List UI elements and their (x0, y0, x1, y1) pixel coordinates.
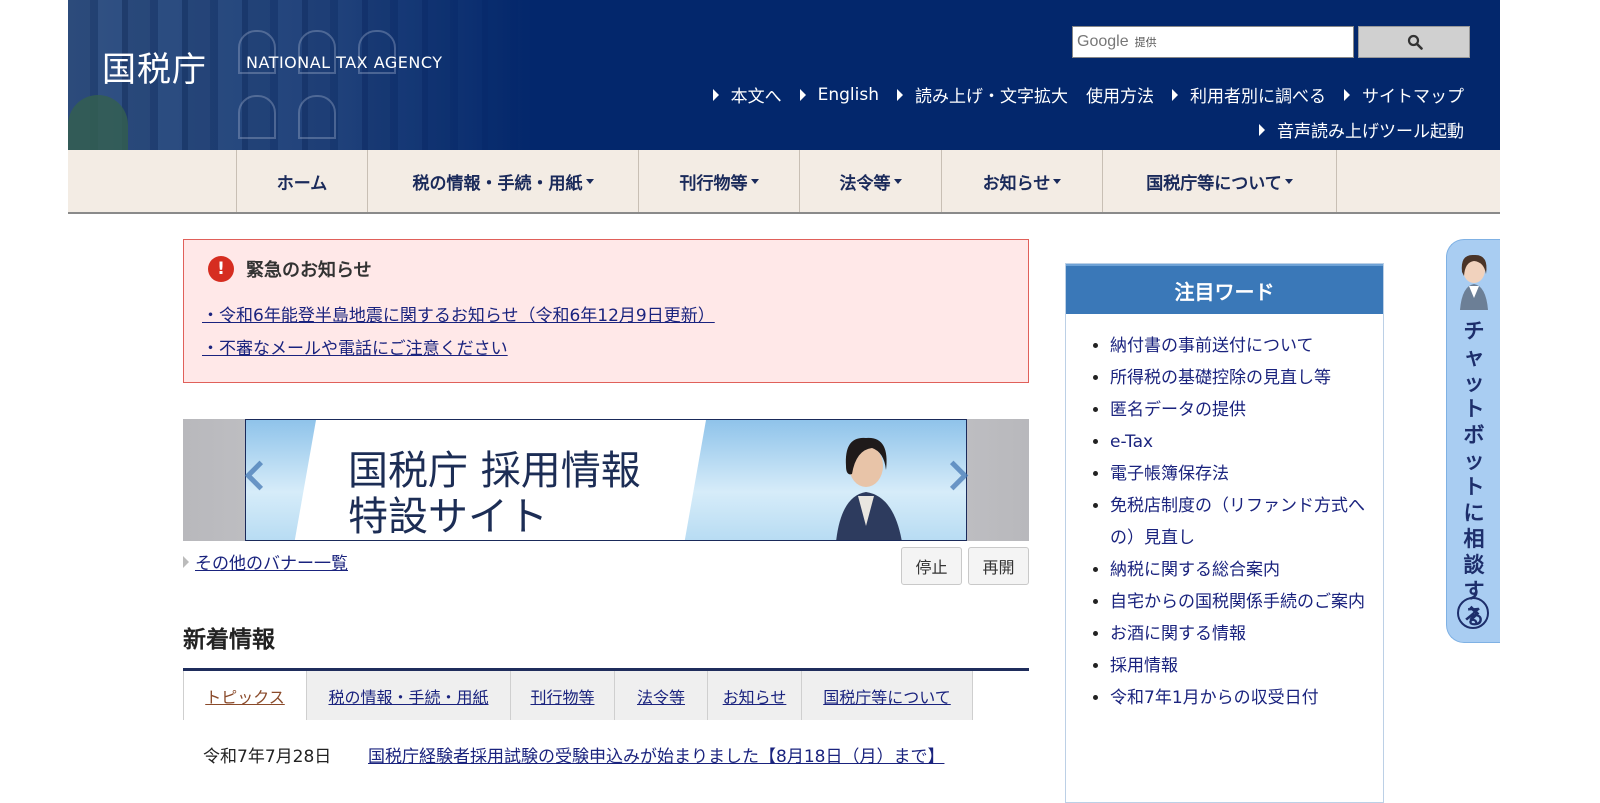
search-box: Google 提供 (1072, 26, 1354, 58)
alert-icon: ! (208, 256, 234, 282)
voice-reader-link[interactable]: 音声読み上げツール起動 (1259, 117, 1464, 142)
featured-word-link[interactable]: お酒に関する情報 (1110, 624, 1246, 644)
whats-new-heading: 新着情報 (183, 627, 275, 653)
emergency-title: 緊急のお知らせ (246, 260, 372, 281)
news-link[interactable]: 国税庁経験者採用試験の受験申込みが始まりました【8月18日（月）まで】 (368, 742, 944, 767)
news-tab[interactable]: 国税庁等について (802, 671, 973, 720)
news-tab-bar: トピックス 税の情報・手続・用紙 刊行物等 法令等 お知らせ 国税庁等について (183, 668, 1029, 723)
chevron-right-circle-icon (1457, 597, 1489, 629)
triangle-right-icon (799, 88, 806, 101)
utility-link[interactable]: 利用者別に調べる (1172, 82, 1326, 107)
nav-item[interactable]: ホーム (237, 150, 368, 212)
nav-item[interactable]: 税の情報・手続・用紙 (368, 150, 639, 212)
utility-link[interactable]: 使用方法 (1086, 82, 1154, 107)
banner-carousel: 国税庁 採用情報 特設サイト (183, 419, 1029, 541)
featured-word-item: 匿名データの提供 (1110, 394, 1385, 426)
news-tab[interactable]: トピックス (183, 671, 307, 720)
featured-word-link[interactable]: 納付書の事前送付について (1110, 336, 1314, 356)
utility-link[interactable]: 本文へ (712, 82, 782, 107)
featured-word-item: 令和7年1月からの収受日付 (1110, 682, 1385, 714)
site-logo-english: NATIONAL TAX AGENCY (246, 53, 443, 72)
banner-person-image (836, 437, 902, 540)
nav-item[interactable]: お知らせ (942, 150, 1103, 212)
caret-down-icon (585, 178, 594, 184)
featured-word-item: 採用情報 (1110, 650, 1385, 682)
carousel-resume-button[interactable]: 再開 (968, 547, 1029, 585)
chatbot-tab[interactable]: チャットボットに相談する (1446, 239, 1500, 643)
utility-link[interactable]: English (799, 82, 879, 107)
triangle-right-icon (1172, 88, 1178, 101)
nav-list: ホーム 税の情報・手続・用紙 刊行物等 法令等 お知らせ 国税庁等について (236, 150, 1337, 212)
chatbot-label: チャットボットに相談する (1463, 319, 1485, 629)
news-tab[interactable]: 刊行物等 (511, 671, 615, 720)
featured-word-item: 電子帳簿保存法 (1110, 458, 1385, 490)
featured-words-title: 注目ワード (1066, 264, 1383, 314)
news-date: 令和7年7月28日 (203, 747, 332, 767)
caret-down-icon (1284, 178, 1293, 184)
banner-recruit[interactable]: 国税庁 採用情報 特設サイト (245, 419, 967, 541)
news-tab[interactable]: 税の情報・手続・用紙 (307, 671, 511, 720)
news-tabs: トピックス 税の情報・手続・用紙 刊行物等 法令等 お知らせ 国税庁等について (183, 671, 973, 720)
caret-down-icon (1053, 178, 1062, 184)
featured-word-link[interactable]: 自宅からの国税関係手続のご案内 (1110, 592, 1365, 612)
site-header: 国税庁 NATIONAL TAX AGENCY Google 提供 本文へ Engl… (68, 0, 1500, 150)
site-logo[interactable]: 国税庁 (102, 42, 207, 91)
featured-word-link[interactable]: 匿名データの提供 (1110, 400, 1246, 420)
emergency-notice: ! 緊急のお知らせ ・令和6年能登半島地震に関するお知らせ（令和6年12月9日更… (183, 239, 1029, 383)
featured-word-link[interactable]: e-Tax (1110, 432, 1153, 452)
banner-list-link[interactable]: その他のバナー一覧 (183, 549, 348, 574)
featured-word-item: 免税店制度の（リファンド方式への）見直し (1110, 490, 1385, 554)
chatbot-avatar-icon (1460, 254, 1488, 310)
featured-word-link[interactable]: 納税に関する総合案内 (1110, 560, 1280, 580)
banner-title-line2: 特設サイト (348, 494, 548, 540)
caret-down-icon (893, 178, 902, 184)
search-button[interactable] (1358, 26, 1470, 58)
caret-down-icon (750, 178, 759, 184)
magnifier-icon (1407, 34, 1423, 50)
utility-link[interactable]: 読み上げ・文字拡大 (897, 82, 1068, 107)
utility-link[interactable]: サイトマップ (1344, 82, 1464, 107)
nav-item[interactable]: 法令等 (800, 150, 942, 212)
featured-word-link[interactable]: 所得税の基礎控除の見直し等 (1110, 368, 1331, 388)
featured-word-link[interactable]: 電子帳簿保存法 (1110, 464, 1229, 484)
featured-words-panel: 注目ワード 納付書の事前送付について所得税の基礎控除の見直し等匿名データの提供 e… (1065, 263, 1384, 803)
triangle-right-icon (183, 555, 189, 568)
search-input[interactable] (1073, 27, 1353, 57)
news-tab[interactable]: 法令等 (615, 671, 708, 720)
featured-word-item: 所得税の基礎控除の見直し等 (1110, 362, 1385, 394)
global-nav: ホーム 税の情報・手続・用紙 刊行物等 法令等 お知らせ 国税庁等について (68, 150, 1500, 214)
triangle-right-icon (897, 88, 903, 101)
utility-links: 本文へ English 読み上げ・文字拡大 使用方法 利用者別に調べる サイトマップ (695, 82, 1464, 107)
emergency-link-earthquake[interactable]: ・令和6年能登半島地震に関するお知らせ（令和6年12月9日更新） (202, 301, 715, 326)
featured-word-link[interactable]: 令和7年1月からの収受日付 (1110, 688, 1319, 708)
featured-word-item: 納税に関する総合案内 (1110, 554, 1385, 586)
triangle-right-icon (712, 88, 719, 101)
featured-words-list: 納付書の事前送付について所得税の基礎控除の見直し等匿名データの提供 e-Tax 電子… (1066, 330, 1385, 714)
news-tab[interactable]: お知らせ (708, 671, 802, 720)
emergency-link-scam[interactable]: ・不審なメールや電話にご注意ください (202, 334, 508, 359)
triangle-right-icon (1344, 88, 1350, 101)
featured-word-link[interactable]: 採用情報 (1110, 656, 1178, 676)
triangle-right-icon (1259, 123, 1265, 136)
nav-item[interactable]: 刊行物等 (639, 150, 800, 212)
nav-item[interactable]: 国税庁等について (1103, 150, 1337, 212)
featured-word-item: e-Tax (1110, 426, 1385, 458)
carousel-stop-button[interactable]: 停止 (901, 547, 962, 585)
featured-word-link[interactable]: 免税店制度の（リファンド方式への）見直し (1110, 496, 1365, 548)
featured-word-item: お酒に関する情報 (1110, 618, 1385, 650)
featured-word-item: 納付書の事前送付について (1110, 330, 1385, 362)
featured-word-item: 自宅からの国税関係手続のご案内 (1110, 586, 1385, 618)
